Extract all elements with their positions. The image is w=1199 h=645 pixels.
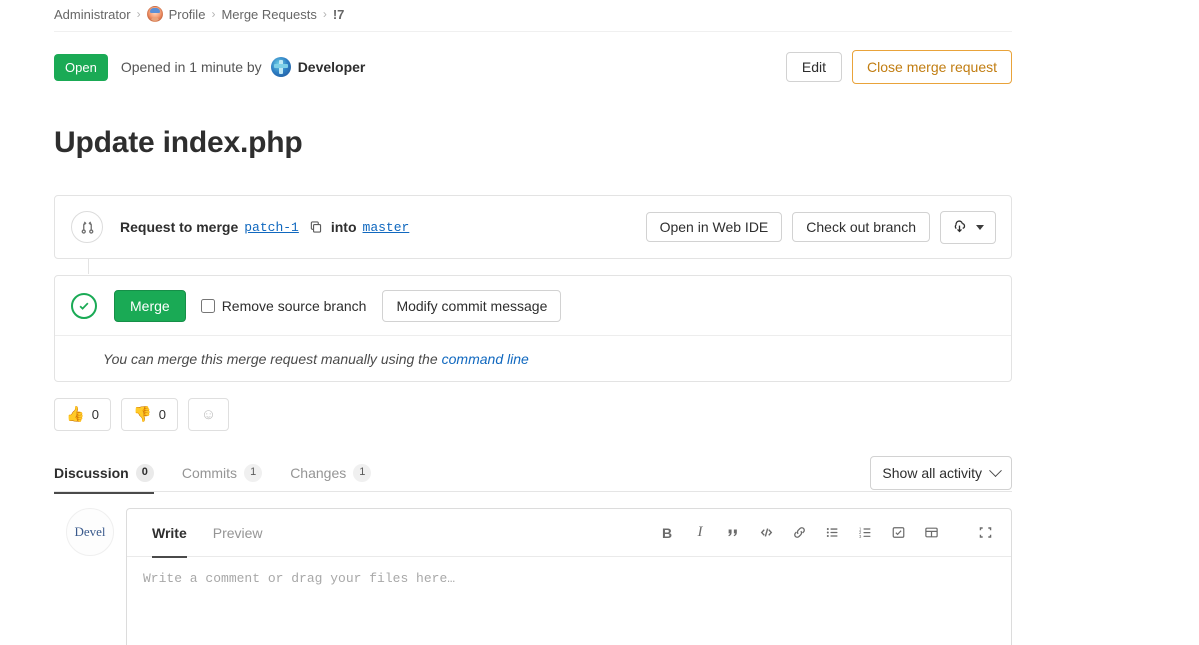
reaction-thumbsdown-button[interactable]: 👎 0: [121, 398, 178, 431]
italic-icon[interactable]: I: [686, 519, 714, 547]
open-in-web-ide-button[interactable]: Open in Web IDE: [645, 212, 783, 242]
comment-textarea-placeholder: Write a comment or drag your files here…: [143, 571, 456, 586]
breadcrumb-divider: [54, 31, 1012, 32]
tab-preview[interactable]: Preview: [200, 509, 276, 557]
download-icon: [952, 219, 967, 236]
tab-discussion-count: 0: [135, 464, 154, 482]
tab-changes-count: 1: [353, 464, 372, 482]
merge-action-box: Merge Remove source branch Modify commit…: [54, 275, 1012, 382]
merge-description: Request to merge patch-1 into master: [120, 218, 415, 236]
task-list-icon[interactable]: [884, 519, 912, 547]
comment-editor: Write Preview B I 1 2 3 Write a comment …: [126, 508, 1012, 645]
smiley-icon: ☺: [200, 406, 217, 423]
link-icon[interactable]: [785, 519, 813, 547]
check-circle-icon: [71, 292, 97, 319]
award-emoji-bar: 👍 0 👎 0 ☺: [54, 398, 229, 431]
author-chip[interactable]: Developer: [270, 57, 366, 77]
merge-note-text: You can merge this merge request manuall…: [103, 350, 438, 367]
avatar: [270, 57, 291, 77]
thumbsup-icon: 👍: [66, 406, 85, 423]
widget-actions: Open in Web IDE Check out branch: [645, 210, 996, 244]
widget-connector: [88, 258, 89, 274]
merge-source-box: Request to merge patch-1 into master Ope…: [54, 195, 1012, 274]
avatar: Devel: [66, 508, 114, 556]
tab-write[interactable]: Write: [139, 509, 200, 558]
chevron-down-icon: [989, 463, 1002, 477]
breadcrumb-separator: ›: [136, 7, 141, 21]
copy-icon[interactable]: [305, 218, 327, 236]
merge-request-icon: [71, 211, 103, 243]
check-out-branch-button[interactable]: Check out branch: [792, 212, 930, 242]
tab-commits-count: 1: [244, 464, 263, 482]
breadcrumb-item-mr-number[interactable]: !7: [333, 7, 345, 22]
download-dropdown-button[interactable]: [940, 210, 996, 244]
breadcrumb-separator: ›: [211, 7, 216, 21]
modify-commit-message-button[interactable]: Modify commit message: [382, 289, 562, 322]
add-reaction-button[interactable]: ☺: [188, 398, 229, 431]
tab-commits-label: Commits: [181, 464, 238, 481]
bullet-list-icon[interactable]: [818, 519, 846, 547]
show-activity-label: Show all activity: [882, 465, 982, 481]
project-avatar-icon: [146, 6, 163, 22]
merge-button[interactable]: Merge: [114, 289, 186, 322]
into-label: into: [330, 219, 357, 235]
tab-commits[interactable]: Commits 1: [168, 458, 276, 493]
merge-request-widget: Request to merge patch-1 into master Ope…: [54, 195, 1012, 382]
chevron-down-icon: [976, 224, 984, 230]
comment-form: Devel Write Preview B I 1 2 3 Write a co…: [66, 508, 1012, 645]
reaction-thumbsup-button[interactable]: 👍 0: [54, 398, 111, 431]
status-badge: Open: [54, 53, 108, 81]
reaction-thumbsdown-count: 0: [158, 407, 166, 422]
breadcrumb-item-administrator[interactable]: Administrator: [54, 7, 131, 22]
breadcrumb-separator: ›: [322, 7, 327, 21]
thumbsdown-icon: 👎: [133, 406, 152, 423]
reaction-thumbsup-count: 0: [91, 407, 99, 422]
opened-text: Opened in 1 minute by: [120, 59, 262, 75]
merge-manual-note: You can merge this merge request manuall…: [55, 335, 1011, 381]
target-branch-link[interactable]: master: [363, 220, 410, 235]
breadcrumb-item-merge-requests[interactable]: Merge Requests: [221, 7, 316, 22]
close-merge-request-button[interactable]: Close merge request: [852, 50, 1012, 84]
show-activity-dropdown[interactable]: Show all activity: [870, 456, 1012, 490]
source-branch-link[interactable]: patch-1: [244, 220, 299, 235]
remove-source-branch-label: Remove source branch: [221, 297, 367, 314]
tab-changes-label: Changes: [290, 464, 347, 481]
quote-icon[interactable]: [719, 519, 747, 547]
mr-status-bar: Open Opened in 1 minute by Developer Edi…: [54, 50, 1012, 84]
breadcrumb-item-profile[interactable]: Profile: [169, 7, 206, 22]
svg-text:3: 3: [858, 534, 861, 539]
breadcrumb: Administrator › Profile › Merge Requests…: [54, 4, 344, 24]
command-line-link[interactable]: command line: [442, 351, 529, 367]
write-preview-tabs: Write Preview: [127, 509, 276, 558]
bold-icon[interactable]: B: [653, 519, 681, 547]
mr-actions: Edit Close merge request: [785, 50, 1012, 84]
remove-source-branch-input[interactable]: [200, 298, 215, 313]
numbered-list-icon[interactable]: 1 2 3: [851, 519, 879, 547]
page-title: Update index.php: [54, 126, 303, 160]
comment-textarea-wrap[interactable]: Write a comment or drag your files here…: [127, 557, 1011, 586]
request-to-merge-label: Request to merge: [120, 219, 239, 235]
tab-changes[interactable]: Changes 1: [276, 458, 385, 493]
tab-discussion[interactable]: Discussion 0: [54, 458, 168, 494]
mr-tabs: Discussion 0 Commits 1 Changes 1: [54, 458, 385, 494]
edit-button[interactable]: Edit: [785, 52, 843, 82]
table-icon[interactable]: [917, 519, 945, 547]
markdown-toolbar: B I 1 2 3: [653, 519, 999, 547]
tab-discussion-label: Discussion: [54, 464, 129, 481]
merge-request-page: Administrator › Profile › Merge Requests…: [0, 0, 1199, 645]
remove-source-branch-checkbox[interactable]: Remove source branch: [200, 297, 367, 314]
comment-editor-header: Write Preview B I 1 2 3: [127, 509, 1011, 558]
fullscreen-icon[interactable]: [971, 519, 999, 547]
author-name: Developer: [297, 59, 366, 75]
code-icon[interactable]: [752, 519, 780, 547]
